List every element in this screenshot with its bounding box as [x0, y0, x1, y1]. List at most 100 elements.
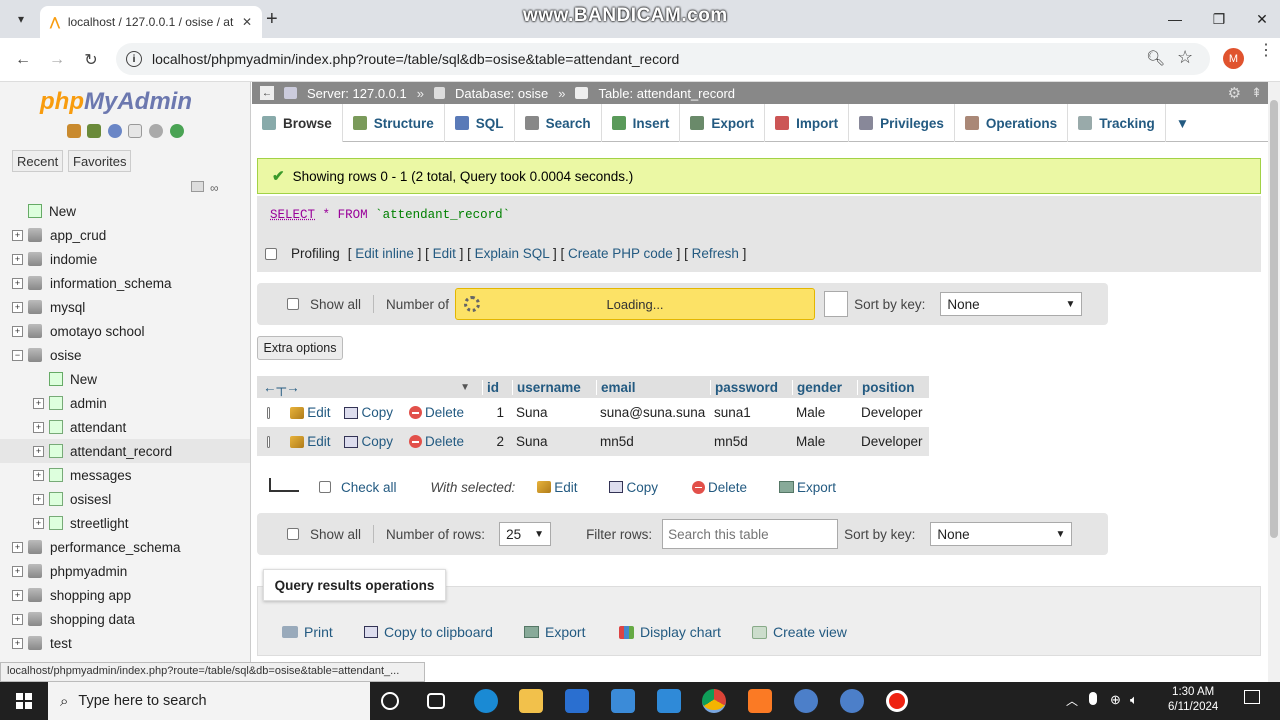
bookmark-star-icon[interactable]: ☆: [1177, 47, 1193, 68]
cell-password[interactable]: mn5d: [710, 434, 792, 449]
cell-username[interactable]: Suna: [512, 434, 596, 449]
tree-table-item[interactable]: + admin: [0, 391, 250, 415]
zoom-icon[interactable]: 🔍︎: [1146, 49, 1165, 67]
tree-database-item[interactable]: + shopping data: [0, 607, 250, 631]
sort-triangle-icon[interactable]: ▼: [460, 382, 470, 393]
mail-icon[interactable]: [611, 689, 635, 713]
expand-icon[interactable]: +: [33, 421, 44, 433]
tree-database-item[interactable]: + information_schema: [0, 271, 250, 295]
forward-arrow-icon[interactable]: →: [44, 48, 70, 72]
row-edit-button[interactable]: Edit: [290, 434, 330, 449]
display-chart-link[interactable]: Display chart: [619, 624, 721, 640]
extra-options-button[interactable]: Extra options: [257, 336, 343, 360]
tree-table-item[interactable]: + messages: [0, 463, 250, 487]
bulk-copy-button[interactable]: Copy: [609, 480, 658, 495]
breadcrumb-database[interactable]: Database: osise: [455, 86, 548, 101]
tab-search[interactable]: Search: [515, 104, 602, 142]
cell-id[interactable]: 1: [482, 405, 512, 420]
query-results-operations-title[interactable]: Query results operations: [263, 569, 446, 601]
cell-position[interactable]: Developer: [857, 405, 929, 420]
check-all-checkbox[interactable]: [319, 481, 331, 493]
sort-by-key-select[interactable]: None ▼: [940, 292, 1083, 316]
tree-database-item[interactable]: + indomie: [0, 247, 250, 271]
tab-structure[interactable]: Structure: [343, 104, 445, 142]
tree-database-item[interactable]: + omotayo school: [0, 319, 250, 343]
tree-new-item[interactable]: +New: [0, 367, 250, 391]
expand-icon[interactable]: +: [12, 541, 23, 553]
expand-icon[interactable]: +: [33, 397, 44, 409]
column-header-gender[interactable]: gender: [792, 379, 857, 395]
tab-import[interactable]: Import: [765, 104, 850, 142]
expand-icon[interactable]: +: [12, 637, 23, 649]
column-header-email[interactable]: email: [596, 379, 710, 395]
rows-select[interactable]: [824, 291, 849, 317]
tab-sql[interactable]: SQL: [445, 104, 515, 142]
notifications-icon[interactable]: [1244, 690, 1260, 704]
tree-new-item[interactable]: +New: [0, 199, 250, 223]
tree-table-item[interactable]: + streetlight: [0, 511, 250, 535]
vscode-icon[interactable]: [657, 689, 681, 713]
logout-icon[interactable]: [87, 124, 101, 138]
more-tabs-chevron-icon[interactable]: ▼: [1166, 104, 1199, 142]
cell-email[interactable]: mn5d: [596, 434, 710, 449]
expand-icon[interactable]: +: [12, 253, 23, 265]
show-all-checkbox[interactable]: [287, 298, 299, 310]
app-icon[interactable]: [794, 689, 818, 713]
expand-icon[interactable]: +: [12, 325, 23, 337]
link-with-main-icon[interactable]: ∞: [210, 181, 219, 195]
cell-gender[interactable]: Male: [792, 434, 857, 449]
profiling-link-edit[interactable]: Edit: [433, 246, 456, 261]
show-all-checkbox[interactable]: [287, 528, 299, 540]
expand-icon[interactable]: +: [12, 565, 23, 577]
close-tab-icon[interactable]: ✕: [242, 15, 252, 29]
network-icon[interactable]: ⊕: [1110, 692, 1121, 708]
taskbar-search-box[interactable]: ⌕ Type here to search: [48, 682, 370, 720]
close-window-icon[interactable]: ✕: [1240, 0, 1280, 38]
collapse-icon[interactable]: −: [12, 349, 23, 361]
tab-insert[interactable]: Insert: [602, 104, 681, 142]
row-checkbox[interactable]: [267, 406, 271, 419]
settings-gear-icon[interactable]: [149, 124, 163, 138]
tree-database-item[interactable]: + app_crud: [0, 223, 250, 247]
volume-icon[interactable]: 🔈︎: [1130, 692, 1138, 708]
expand-icon[interactable]: +: [12, 277, 23, 289]
tab-operations[interactable]: Operations: [955, 104, 1069, 142]
profile-avatar[interactable]: M: [1223, 48, 1244, 69]
site-info-icon[interactable]: i: [126, 51, 142, 67]
url-input[interactable]: i localhost/phpmyadmin/index.php?route=/…: [116, 43, 1210, 75]
bulk-edit-button[interactable]: Edit: [537, 480, 577, 495]
row-delete-button[interactable]: Delete: [408, 434, 464, 449]
taskbar-clock[interactable]: 1:30 AM 6/11/2024: [1168, 685, 1218, 715]
new-tab-icon[interactable]: +: [266, 8, 278, 31]
home-icon[interactable]: [67, 124, 81, 138]
breadcrumb-table[interactable]: Table: attendant_record: [598, 86, 735, 101]
tree-database-item[interactable]: + performance_schema: [0, 535, 250, 559]
tab-browse[interactable]: Browse: [252, 104, 343, 142]
bandicam-record-icon[interactable]: [886, 690, 908, 712]
row-copy-button[interactable]: Copy: [344, 405, 393, 420]
windows-start-icon[interactable]: [16, 693, 32, 709]
maximize-icon[interactable]: ❐: [1197, 0, 1241, 38]
expand-icon[interactable]: +: [33, 517, 44, 529]
collapse-panel-icon[interactable]: ←: [260, 86, 274, 100]
xampp-icon[interactable]: [748, 689, 772, 713]
profiling-link-refresh[interactable]: Refresh: [692, 246, 739, 261]
reload-navigation-icon[interactable]: [170, 124, 184, 138]
tree-database-item[interactable]: + shopping app: [0, 583, 250, 607]
bulk-delete-button[interactable]: Delete: [691, 480, 747, 495]
back-arrow-icon[interactable]: ←: [10, 48, 36, 72]
cell-password[interactable]: suna1: [710, 405, 792, 420]
column-header-password[interactable]: password: [710, 379, 792, 395]
sql-query-text[interactable]: SELECT * FROM `attendant_record`: [270, 208, 510, 222]
tree-table-item[interactable]: + osisesl: [0, 487, 250, 511]
tree-database-item[interactable]: + test: [0, 631, 250, 655]
copy-to-clipboard-link[interactable]: Copy to clipboard: [364, 624, 493, 640]
print-link[interactable]: Print: [282, 624, 333, 640]
cell-email[interactable]: suna@suna.suna: [596, 405, 710, 420]
microphone-icon[interactable]: [1089, 692, 1097, 705]
cell-id[interactable]: 2: [482, 434, 512, 449]
phpmyadmin-logo[interactable]: phpMyAdmin: [40, 88, 192, 116]
filter-rows-input[interactable]: [662, 519, 839, 549]
row-copy-button[interactable]: Copy: [344, 434, 393, 449]
collapse-all-icon[interactable]: [191, 181, 204, 192]
